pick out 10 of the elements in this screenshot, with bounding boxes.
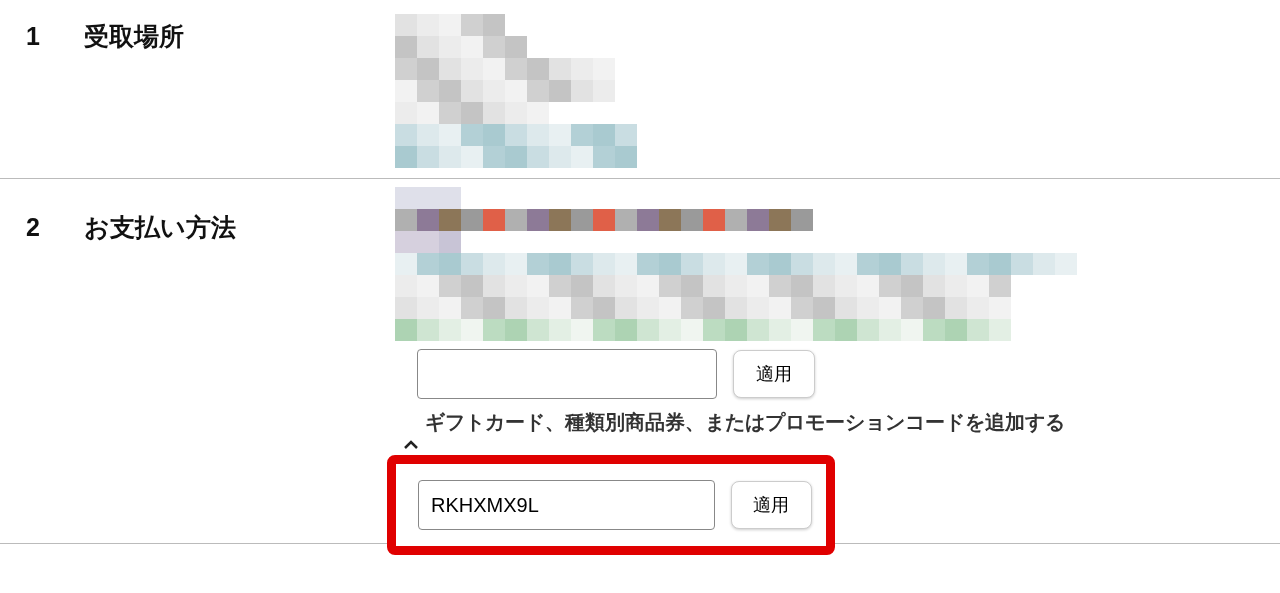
- promo-code-toggle-link[interactable]: ギフトカード、種類別商品券、またはプロモーションコードを追加する: [425, 409, 1125, 436]
- code-input-field[interactable]: RKHXMX9L: [418, 480, 715, 530]
- section-title: お支払い方法: [84, 212, 236, 243]
- apply-button[interactable]: 適用: [730, 481, 812, 529]
- step-number: 2: [26, 212, 41, 243]
- apply-button[interactable]: 適用: [733, 350, 815, 398]
- step-number: 1: [26, 21, 41, 52]
- section-title: 受取場所: [84, 21, 184, 52]
- chevron-up-icon[interactable]: [403, 439, 419, 449]
- code-input-field[interactable]: [417, 349, 717, 399]
